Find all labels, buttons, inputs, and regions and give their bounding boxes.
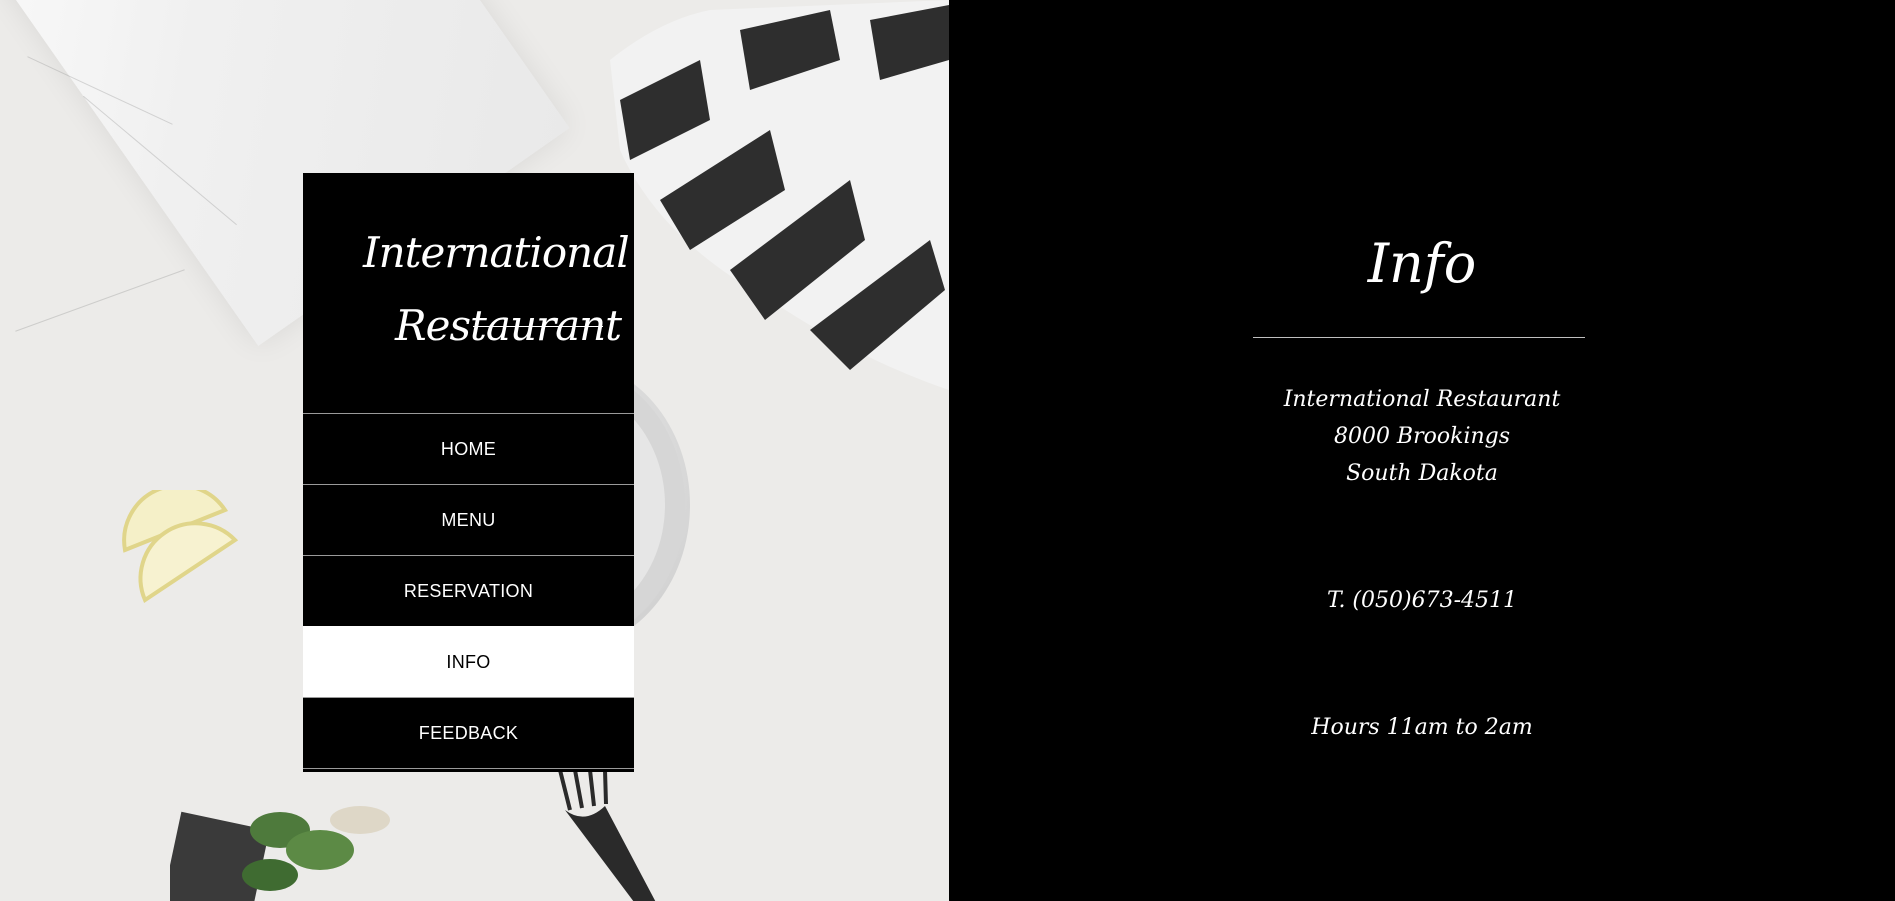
nav-item-menu[interactable]: MENU: [303, 484, 634, 555]
main-nav: HOME MENU RESERVATION INFO FEEDBACK: [303, 413, 634, 769]
phone-number: T. (050)673-4511: [1327, 588, 1517, 613]
marble-vein: [15, 269, 185, 332]
hero-photo: International Restaurant HOME MENU RESER…: [0, 0, 949, 901]
address-line-name: International Restaurant: [1283, 387, 1561, 412]
nav-item-home[interactable]: HOME: [303, 413, 634, 484]
opening-hours: Hours 11am to 2am: [1311, 715, 1533, 740]
fork-image: [558, 770, 656, 901]
logo-swash-line: [473, 326, 603, 327]
title-divider: [1253, 337, 1585, 338]
nav-item-reservation[interactable]: RESERVATION: [303, 555, 634, 626]
address-line-state: South Dakota: [1346, 461, 1498, 486]
logo-text-line1: International: [363, 228, 630, 277]
address-line-street: 8000 Brookings: [1333, 424, 1511, 449]
page-title: Info: [1367, 232, 1477, 295]
nav-item-info[interactable]: INFO: [303, 626, 634, 697]
logo[interactable]: International Restaurant: [303, 173, 634, 413]
info-panel: Info International Restaurant 8000 Brook…: [949, 0, 1895, 901]
herbs-image: [170, 806, 390, 901]
nav-item-feedback[interactable]: FEEDBACK: [303, 697, 634, 769]
nav-card: International Restaurant HOME MENU RESER…: [303, 173, 634, 772]
lemon-slices-image: [122, 490, 239, 603]
striped-napkin-image: [610, 0, 949, 390]
